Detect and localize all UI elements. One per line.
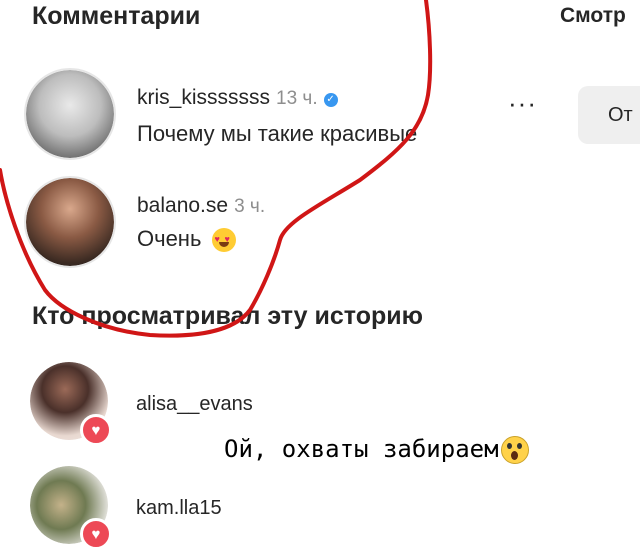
viewers-title: Кто просматривал эту историю xyxy=(32,302,423,330)
comment-time: 13 ч. xyxy=(276,88,318,109)
comment-text: Почему мы такие красивые xyxy=(137,121,418,146)
scream-emoji xyxy=(500,436,529,464)
overlay-caption-text: Ой, охваты забираем xyxy=(224,435,499,463)
avatar[interactable] xyxy=(24,176,116,268)
view-all-link[interactable]: Смотр xyxy=(560,4,626,28)
comment-username[interactable]: balano.se xyxy=(137,194,228,217)
heart-eyes-emoji: ♥ ♥ xyxy=(211,228,236,253)
comments-title: Комментарии xyxy=(32,2,201,30)
comment-time: 3 ч. xyxy=(234,196,266,217)
comment-text-row: Очень ♥ ♥ xyxy=(137,226,236,253)
ellipsis-icon[interactable]: ··· xyxy=(508,88,537,119)
comment-text: Очень xyxy=(137,226,202,251)
overlay-caption: Ой, охваты забираем xyxy=(224,435,529,464)
comment-header: balano.se 3 ч. xyxy=(137,194,265,218)
viewer-username[interactable]: alisa__evans xyxy=(136,393,253,416)
verified-icon: ✓ xyxy=(323,92,338,107)
heart-icon: ♥ xyxy=(80,518,112,550)
viewer-username[interactable]: kam.lla15 xyxy=(136,497,222,520)
avatar[interactable] xyxy=(24,68,116,160)
comment-header: kris_kisssssss 13 ч. ✓ xyxy=(137,86,338,110)
comment-username[interactable]: kris_kisssssss xyxy=(137,86,270,109)
reply-button[interactable]: От xyxy=(578,86,640,144)
heart-icon: ♥ xyxy=(80,414,112,446)
